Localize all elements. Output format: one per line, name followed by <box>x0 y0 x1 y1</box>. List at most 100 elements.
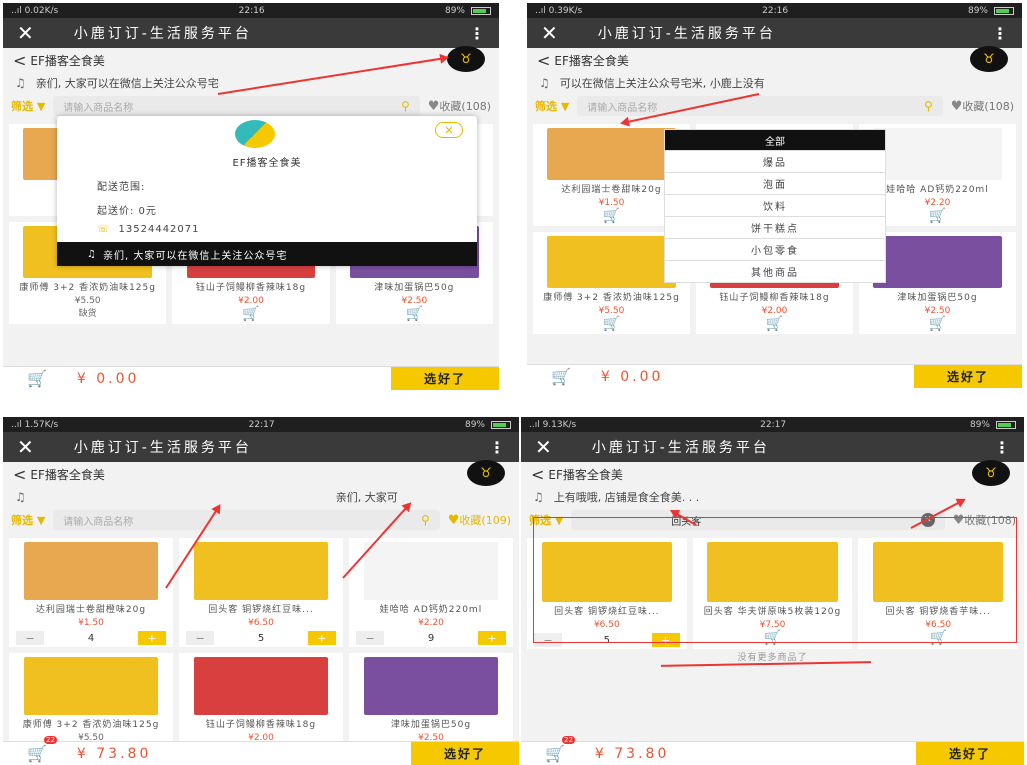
increase-button[interactable]: + <box>137 631 166 645</box>
product-name: 钰山子饲鳗柳香辣味18g <box>205 720 317 730</box>
product-image[interactable] <box>707 542 838 602</box>
filter-button[interactable]: 筛选 ▼ <box>529 512 563 528</box>
product-image[interactable] <box>872 542 1004 602</box>
product-card[interactable]: 回头客 铜锣烧红豆味... ¥6.50 − 5 + <box>527 538 687 649</box>
product-image[interactable] <box>23 542 159 600</box>
category-item[interactable]: 小包零食 <box>665 238 885 260</box>
category-all[interactable]: 全部 <box>665 130 885 150</box>
search-input[interactable]: 回头客 ✕ <box>571 510 945 530</box>
more-menu-icon[interactable]: ⋮ <box>489 438 505 457</box>
product-card[interactable]: 回头客 铜锣烧红豆味... ¥6.50 − 5 + <box>179 538 343 647</box>
increase-button[interactable]: + <box>477 631 506 645</box>
product-price: ¥2.50 <box>401 296 428 306</box>
clear-search-icon[interactable]: ✕ <box>920 513 935 527</box>
category-item[interactable]: 泡面 <box>665 172 885 194</box>
favorites-button[interactable]: ♥收藏(108) <box>951 98 1014 114</box>
filter-button[interactable]: 筛选 ▼ <box>11 98 45 114</box>
product-card[interactable]: 回头客 华夫饼原味5枚装120g ¥7.50 🛒 <box>692 538 853 649</box>
cart-icon[interactable]: 🛒 <box>551 367 571 386</box>
add-to-cart-icon[interactable]: 🛒 <box>603 316 620 332</box>
decrease-button[interactable]: − <box>186 631 215 645</box>
more-menu-icon[interactable]: ⋮ <box>469 24 485 43</box>
search-icon[interactable]: ⚲ <box>924 99 933 113</box>
product-image[interactable] <box>541 542 673 602</box>
product-name: 回头客 铜锣烧香芋味... <box>885 607 991 617</box>
product-card[interactable]: 娃哈哈 AD钙奶220ml ¥2.20 − 9 + <box>349 538 513 647</box>
product-image[interactable] <box>547 128 676 180</box>
product-card[interactable]: 回头客 铜锣烧香芋味... ¥6.50 🛒 <box>858 538 1018 649</box>
checkout-button[interactable]: 选好了 <box>916 742 1024 765</box>
filter-button[interactable]: 筛选 ▼ <box>11 512 45 528</box>
favorites-button[interactable]: ♥收藏(108) <box>953 512 1016 528</box>
product-image[interactable] <box>193 542 329 600</box>
decrease-button[interactable]: − <box>356 631 385 645</box>
product-image[interactable] <box>873 128 1002 180</box>
close-icon[interactable]: ✕ <box>541 21 558 45</box>
product-image[interactable] <box>547 236 676 288</box>
favorites-button[interactable]: ♥收藏(109) <box>448 512 511 528</box>
modal-close-icon[interactable]: ✕ <box>435 122 463 138</box>
cart-count-badge: 22 <box>44 736 57 744</box>
product-name: 津味加蛋锅巴50g <box>897 293 978 303</box>
product-name: 津味加蛋锅巴50g <box>374 283 455 293</box>
back-icon[interactable]: < <box>537 51 550 70</box>
shop-logo[interactable]: ♉ <box>447 46 485 72</box>
add-to-cart-icon[interactable]: 🛒 <box>929 208 946 224</box>
search-input[interactable]: 请输入商品名称 ⚲ <box>53 96 420 116</box>
cart-footer: 🛒 22 ¥ 73.80 选好了 <box>3 736 519 765</box>
notice-icon: ♫ <box>539 76 550 90</box>
add-to-cart-icon[interactable]: 🛒 <box>242 306 259 322</box>
category-item[interactable]: 爆品 <box>665 150 885 172</box>
shop-logo[interactable]: ♉ <box>972 460 1010 486</box>
close-icon[interactable]: ✕ <box>17 21 34 45</box>
checkout-button[interactable]: 选好了 <box>914 365 1022 388</box>
checkout-button[interactable]: 选好了 <box>411 742 519 765</box>
category-item[interactable]: 饮料 <box>665 194 885 216</box>
search-icon[interactable]: ⚲ <box>421 513 430 527</box>
product-grid: 回头客 铜锣烧红豆味... ¥6.50 − 5 + 回头客 华夫饼原味5枚装120g ¥7.… <box>521 532 1024 655</box>
cart-total: ¥ 73.80 <box>594 745 670 762</box>
shop-logo[interactable]: ♉ <box>467 460 505 486</box>
cart-icon[interactable]: 🛒 <box>27 369 47 388</box>
product-image[interactable] <box>363 542 499 600</box>
search-icon[interactable]: ⚲ <box>401 99 410 113</box>
back-icon[interactable]: < <box>13 51 26 70</box>
increase-button[interactable]: + <box>307 631 336 645</box>
close-icon[interactable]: ✕ <box>535 435 552 459</box>
filter-button[interactable]: 筛选 ▼ <box>535 98 569 114</box>
category-item[interactable]: 饼干糕点 <box>665 216 885 238</box>
favorites-button[interactable]: ♥收藏(108) <box>428 98 491 114</box>
search-input[interactable]: 请输入商品名称 ⚲ <box>53 510 440 530</box>
product-image[interactable] <box>873 236 1002 288</box>
heart-icon: ♥ <box>427 99 440 114</box>
back-icon[interactable]: < <box>13 465 26 484</box>
product-image[interactable] <box>23 657 159 715</box>
add-to-cart-icon[interactable]: 🛒 <box>406 306 423 322</box>
increase-button[interactable]: + <box>651 633 680 647</box>
add-to-cart-icon[interactable]: 🛒 <box>764 630 781 646</box>
close-icon[interactable]: ✕ <box>17 435 34 459</box>
cart-icon[interactable]: 🛒 22 <box>545 736 575 763</box>
add-to-cart-icon[interactable]: 🛒 <box>603 208 620 224</box>
add-to-cart-icon[interactable]: 🛒 <box>929 630 946 646</box>
back-icon[interactable]: < <box>531 465 544 484</box>
more-menu-icon[interactable]: ⋮ <box>992 24 1008 43</box>
add-to-cart-icon[interactable]: 🛒 <box>766 316 783 332</box>
phone-row[interactable]: ☏ 13524442071 <box>97 224 200 235</box>
shop-logo[interactable]: ♉ <box>970 46 1008 72</box>
decrease-button[interactable]: − <box>16 631 45 645</box>
search-input[interactable]: 请输入商品名称 ⚲ <box>577 96 943 116</box>
add-to-cart-icon[interactable]: 🛒 <box>929 316 946 332</box>
category-item[interactable]: 其他商品 <box>665 260 885 282</box>
product-image[interactable] <box>363 657 499 715</box>
more-menu-icon[interactable]: ⋮ <box>994 438 1010 457</box>
decrease-button[interactable]: − <box>534 633 563 647</box>
battery-percent: 89% <box>464 419 485 430</box>
product-image[interactable] <box>193 657 329 715</box>
app-title: 小鹿订订-生活服务平台 <box>73 440 252 456</box>
cart-icon[interactable]: 🛒 22 <box>27 736 57 763</box>
checkout-button[interactable]: 选好了 <box>391 367 499 390</box>
search-row: 筛选 ▼ 请输入商品名称 ⚲ ♥收藏(109) <box>3 508 519 532</box>
shop-name: EF播客全食美 <box>30 53 105 68</box>
product-card[interactable]: 达利园瑞士卷甜橙味20g ¥1.50 − 4 + <box>9 538 173 647</box>
